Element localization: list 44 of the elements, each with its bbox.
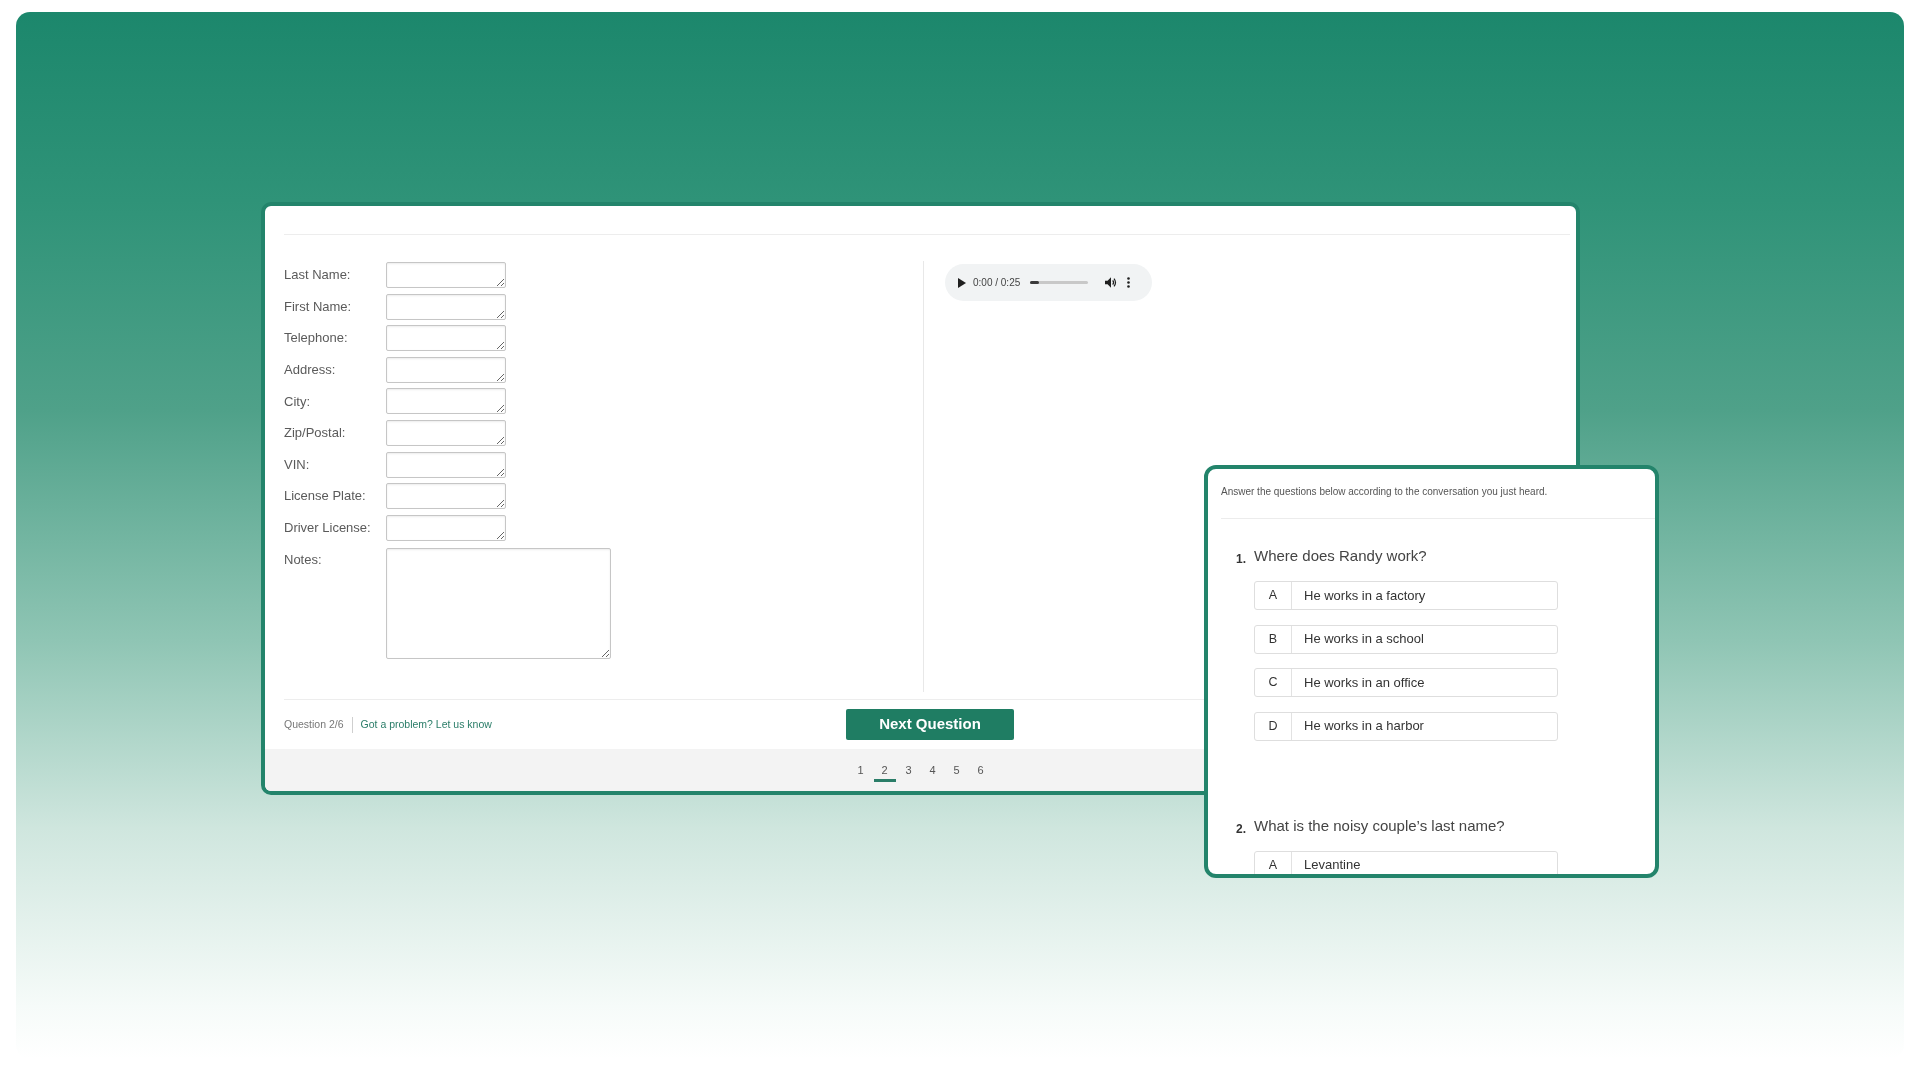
field-label: Notes:: [284, 551, 323, 570]
page-link[interactable]: 5: [945, 758, 968, 782]
answer-option[interactable]: A Levantine: [1254, 850, 1558, 874]
page-link[interactable]: 2: [873, 758, 896, 782]
question-text: Where does Randy work?: [1254, 546, 1427, 566]
text-input[interactable]: [386, 451, 506, 478]
field-label: Driver License:: [284, 519, 372, 537]
field-label: Telephone:: [284, 329, 349, 348]
page-link[interactable]: 3: [897, 758, 920, 782]
next-question-button[interactable]: Next Question: [846, 709, 1014, 740]
question-number: 1.: [1236, 552, 1247, 566]
text-input[interactable]: [386, 419, 506, 446]
answer-option[interactable]: C He works in an office: [1254, 668, 1558, 697]
field-label: Last Name:: [284, 266, 352, 285]
field-label: VIN:: [284, 455, 311, 474]
instruction-text: Answer the questions below according to the conversation you just heard.: [1221, 486, 1548, 497]
field-label: Address:: [284, 361, 337, 380]
page-link[interactable]: 1: [849, 758, 872, 782]
text-input[interactable]: [386, 514, 506, 541]
page-link[interactable]: 6: [969, 758, 992, 782]
question-number: 2.: [1236, 821, 1247, 836]
field-label: City:: [284, 392, 311, 411]
report-problem-link[interactable]: Got a problem? Let us know: [360, 716, 492, 733]
notes-textarea[interactable]: [386, 548, 611, 660]
answer-option[interactable]: B He works in a school: [1254, 624, 1558, 654]
field-label: First Name:: [284, 297, 353, 316]
question-counter: Question 2/6: [284, 716, 344, 732]
answer-option[interactable]: A He works in a factory: [1254, 581, 1558, 610]
answer-option[interactable]: D He works in a harbor: [1254, 711, 1558, 741]
field-label: License Plate:: [284, 487, 367, 506]
text-input[interactable]: [386, 325, 506, 352]
question-text: What is the noisy couple’s last name?: [1254, 815, 1505, 836]
play-icon[interactable]: [958, 277, 966, 288]
text-input[interactable]: [386, 356, 506, 383]
audio-time: 0:00 / 0:25: [973, 276, 1021, 290]
field-label: Zip/Postal:: [284, 424, 347, 443]
page-link[interactable]: 4: [921, 758, 944, 782]
text-input[interactable]: [386, 388, 506, 415]
text-input[interactable]: [386, 483, 506, 510]
more-options-icon[interactable]: [1127, 277, 1131, 288]
progress-track[interactable]: [1030, 281, 1089, 284]
text-input[interactable]: [386, 293, 506, 320]
volume-icon[interactable]: [1105, 277, 1118, 288]
text-input[interactable]: [386, 262, 506, 288]
